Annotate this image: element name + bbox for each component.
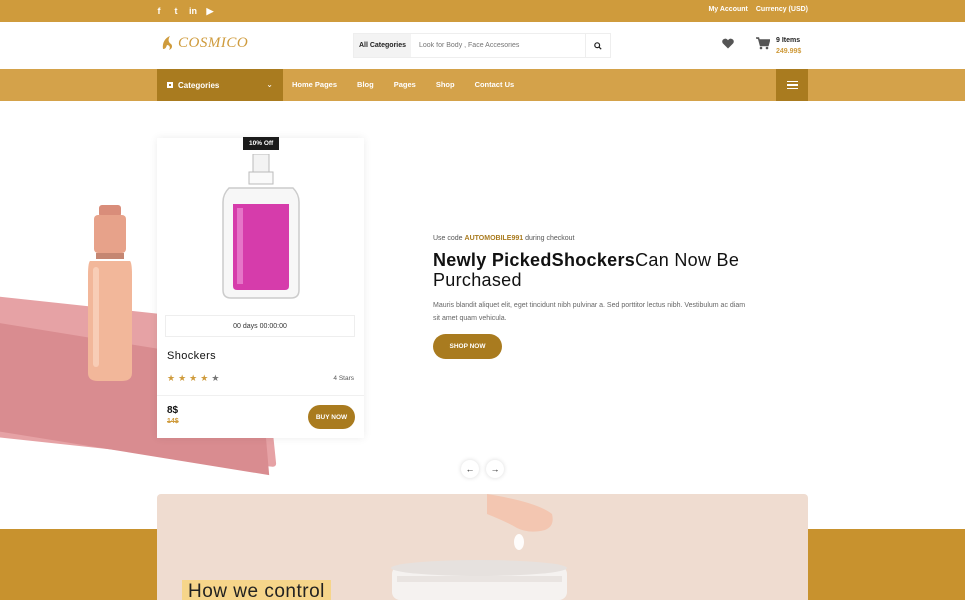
search-category-select[interactable]: All Categories <box>354 34 411 57</box>
menu-hamburger-icon[interactable] <box>776 69 808 101</box>
search-icon <box>594 41 602 50</box>
logo-mark-icon <box>162 36 173 50</box>
divider <box>157 395 364 396</box>
promo-code: AUTOMOBILE991 <box>464 235 524 242</box>
buy-now-button[interactable]: BUY NOW <box>308 405 355 429</box>
logo-text: COSMICO <box>178 34 249 51</box>
facebook-icon[interactable]: f <box>155 5 163 17</box>
hero-headline-bold: Newly PickedShockers <box>433 250 636 270</box>
wishlist-heart-icon[interactable] <box>722 38 734 49</box>
star-empty-icon: ★ <box>211 373 220 383</box>
nav-link-shop[interactable]: Shop <box>436 80 455 89</box>
hero-description: Mauris blandit aliquet elit, eget tincid… <box>433 302 746 322</box>
star-icon: ★ <box>178 373 187 383</box>
logo[interactable]: COSMICO <box>160 34 248 52</box>
twitter-icon[interactable]: t <box>172 5 180 17</box>
main-nav: Categories ⌄ Home Pages Blog Pages Shop … <box>0 69 965 101</box>
slider-prev-arrow-icon[interactable]: ← <box>461 460 479 478</box>
cart-item-count: 9 Items <box>776 37 801 44</box>
promo-prefix: Use code <box>433 235 465 242</box>
cart-summary[interactable]: 9 Items 249.99$ <box>776 35 801 57</box>
my-account-link[interactable]: My Account <box>708 6 747 13</box>
nav-link-blog[interactable]: Blog <box>357 80 374 89</box>
shop-now-button[interactable]: SHOP NOW <box>433 334 502 359</box>
cart-icon[interactable] <box>756 37 770 50</box>
site-header: COSMICO All Categories 9 Items 249.99$ <box>0 22 965 69</box>
countdown-timer: 00 days 00:00:00 <box>165 315 355 337</box>
search-input[interactable] <box>411 34 585 57</box>
nav-link-home-pages[interactable]: Home Pages <box>292 80 337 89</box>
section-title-highlight: How we control <box>182 580 331 600</box>
product-card[interactable]: 10% Off 00 days 00:00:00 Shockers ★ ★ ★ … <box>157 137 364 438</box>
star-icon: ★ <box>167 373 176 383</box>
categories-label: Categories <box>178 80 220 90</box>
product-price: 8$ <box>167 405 179 416</box>
top-bar: f t in ▶ My Account Currency (USD) <box>0 0 965 22</box>
search-bar: All Categories <box>353 33 611 58</box>
linkedin-icon[interactable]: in <box>189 5 197 17</box>
slider-next-arrow-icon[interactable]: → <box>486 460 504 478</box>
chevron-down-icon: ⌄ <box>266 80 273 89</box>
categories-dropdown[interactable]: Categories ⌄ <box>157 69 283 101</box>
perfume-bottle-image <box>222 154 300 299</box>
promo-suffix: during checkout <box>523 235 575 242</box>
categories-grid-icon <box>167 82 173 88</box>
hero-headline: Newly PickedShockersCan Now Be Purchased <box>433 250 753 290</box>
star-icon: ★ <box>200 373 209 383</box>
star-icon: ★ <box>189 373 198 383</box>
section-title: How we control <box>188 581 325 600</box>
currency-selector[interactable]: Currency (USD) <box>756 6 808 13</box>
promo-line: Use code AUTOMOBILE991 during checkout <box>433 235 575 242</box>
foundation-bottle-image <box>88 205 132 381</box>
social-links: f t in ▶ <box>155 5 214 17</box>
nav-link-contact-us[interactable]: Contact Us <box>475 80 515 89</box>
rating-stars: ★ ★ ★ ★ ★ <box>167 374 219 383</box>
youtube-icon[interactable]: ▶ <box>206 5 214 17</box>
nav-link-pages[interactable]: Pages <box>394 80 416 89</box>
cart-total: 249.99$ <box>776 48 802 55</box>
search-button[interactable] <box>585 34 610 57</box>
product-old-price: 14$ <box>167 418 179 425</box>
rating-text: 4 Stars <box>333 375 354 382</box>
product-name[interactable]: Shockers <box>167 350 216 362</box>
discount-badge: 10% Off <box>243 137 280 150</box>
